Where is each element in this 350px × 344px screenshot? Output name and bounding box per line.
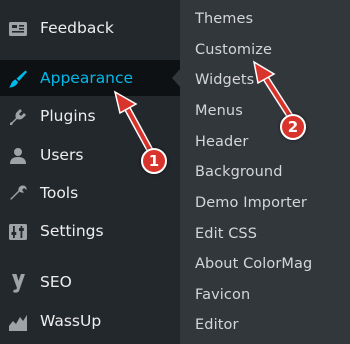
submenu-item-customize[interactable]: Customize	[195, 42, 272, 58]
submenu-item-favicon[interactable]: Favicon	[195, 287, 250, 303]
settings-sliders-icon	[9, 224, 27, 240]
submenu-item-header[interactable]: Header	[195, 134, 248, 150]
sidebar-item-label: Feedback	[40, 19, 114, 37]
users-icon	[10, 148, 26, 164]
stats-chart-icon	[9, 315, 27, 331]
sidebar-item-label: Tools	[40, 184, 79, 202]
submenu-item-menus[interactable]: Menus	[195, 103, 243, 119]
sidebar-separator	[0, 253, 180, 261]
plugin-icon	[10, 109, 26, 125]
sidebar-item-plugins[interactable]: Plugins	[0, 98, 180, 134]
sidebar-item-label: WassUp	[40, 312, 102, 330]
step-badge-2: 2	[280, 114, 306, 140]
sidebar-item-label: Plugins	[40, 107, 96, 125]
sidebar-item-label: Appearance	[40, 69, 134, 87]
submenu-item-edit-css[interactable]: Edit CSS	[195, 226, 257, 242]
sidebar-item-label: Settings	[40, 222, 104, 240]
sidebar-item-wassup[interactable]: WassUp	[0, 303, 180, 339]
step-badge-1: 1	[141, 148, 167, 174]
submenu-item-demo-importer[interactable]: Demo Importer	[195, 195, 307, 211]
appearance-submenu: Themes Customize Widgets Menus Header Ba…	[180, 0, 350, 344]
sidebar-item-appearance[interactable]: Appearance	[0, 60, 180, 96]
submenu-item-editor[interactable]: Editor	[195, 317, 239, 333]
sidebar-item-settings[interactable]: Settings	[0, 213, 180, 249]
sidebar-item-label: Users	[40, 146, 84, 164]
submenu-item-about-colormag[interactable]: About ColorMag	[195, 256, 312, 272]
sidebar-item-tools[interactable]: Tools	[0, 175, 180, 211]
yoast-seo-icon	[12, 274, 25, 293]
wrench-icon	[10, 185, 27, 200]
submenu-item-background[interactable]: Background	[195, 164, 283, 180]
paintbrush-icon	[9, 70, 27, 88]
feedback-icon	[9, 22, 27, 36]
submenu-item-widgets[interactable]: Widgets	[195, 72, 254, 88]
sidebar-item-label: SEO	[40, 273, 72, 291]
sidebar-item-seo[interactable]: SEO	[0, 264, 180, 300]
sidebar-item-feedback[interactable]: Feedback	[0, 10, 180, 46]
submenu-item-themes[interactable]: Themes	[195, 11, 253, 27]
